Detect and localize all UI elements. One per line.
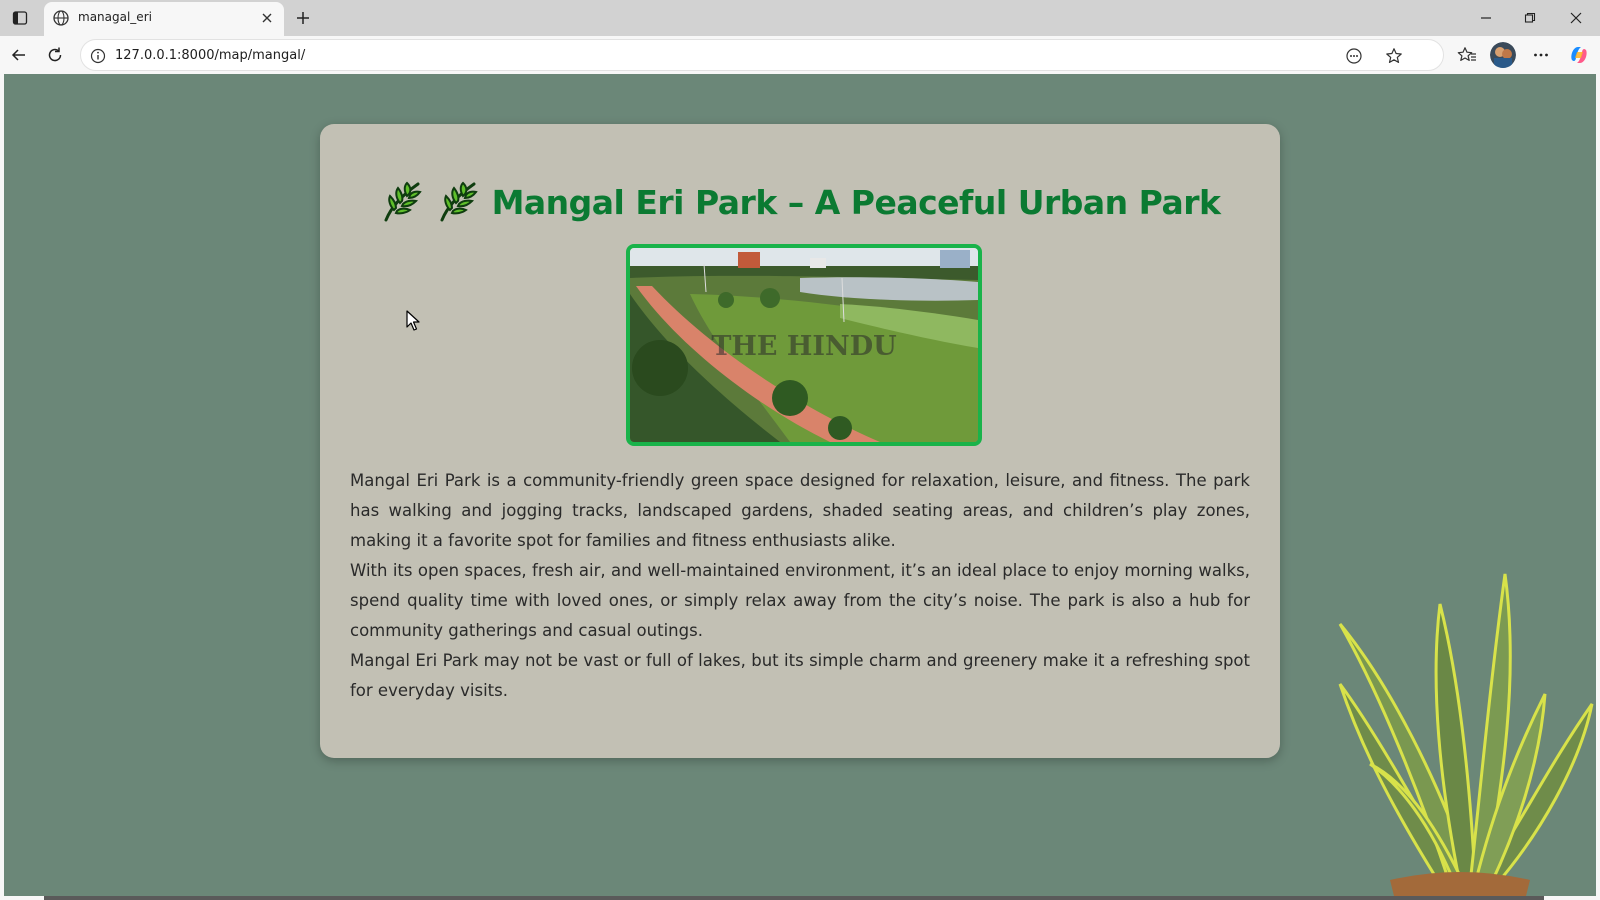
leaf-icon bbox=[436, 180, 480, 224]
description-paragraph: Mangal Eri Park is a community-friendly … bbox=[350, 471, 1250, 550]
address-bar[interactable]: 127.0.0.1:8000/map/mangal/ bbox=[80, 39, 1444, 71]
reload-icon[interactable] bbox=[42, 42, 68, 68]
horizontal-scrollbar[interactable] bbox=[44, 896, 1544, 900]
new-tab-icon[interactable] bbox=[292, 7, 314, 29]
minimize-icon[interactable] bbox=[1474, 6, 1498, 30]
page-viewport: Mangal Eri Park – A Peaceful Urban Park bbox=[4, 74, 1596, 896]
more-options-icon[interactable] bbox=[1528, 42, 1554, 68]
site-info-icon[interactable] bbox=[89, 47, 107, 65]
favorite-star-icon[interactable] bbox=[1383, 45, 1405, 67]
restore-icon[interactable] bbox=[1518, 6, 1542, 30]
back-arrow-icon[interactable] bbox=[6, 42, 32, 68]
favorites-icon[interactable] bbox=[1454, 42, 1480, 68]
snake-plant-illustration bbox=[1330, 564, 1596, 896]
description-paragraph: With its open spaces, fresh air, and wel… bbox=[350, 561, 1250, 640]
leaf-icon bbox=[380, 180, 424, 224]
tab-title: managal_eri bbox=[78, 10, 152, 24]
copilot-icon[interactable] bbox=[1566, 42, 1592, 68]
tab-strip: managal_eri bbox=[0, 0, 1600, 36]
url-text[interactable]: 127.0.0.1:8000/map/mangal/ bbox=[115, 48, 305, 63]
globe-icon bbox=[52, 9, 70, 27]
content-card: Mangal Eri Park – A Peaceful Urban Park bbox=[320, 124, 1280, 758]
profile-avatar[interactable] bbox=[1490, 42, 1516, 68]
description-paragraph: Mangal Eri Park may not be vast or full … bbox=[350, 651, 1250, 700]
mouse-cursor-icon bbox=[406, 310, 422, 332]
browser-window: managal_eri 127.0.0.1:8000/map/mangal/ M… bbox=[0, 0, 1600, 900]
browser-toolbar: 127.0.0.1:8000/map/mangal/ bbox=[0, 36, 1600, 74]
close-window-icon[interactable] bbox=[1564, 6, 1588, 30]
tab-actions-icon[interactable] bbox=[10, 8, 30, 28]
description: Mangal Eri Park is a community-friendly … bbox=[350, 466, 1250, 706]
tab-active[interactable]: managal_eri bbox=[44, 2, 284, 36]
image-watermark: THE HINDU bbox=[711, 331, 896, 362]
close-tab-icon[interactable] bbox=[258, 9, 276, 27]
page-title: Mangal Eri Park – A Peaceful Urban Park bbox=[491, 182, 1221, 222]
reading-view-icon[interactable] bbox=[1343, 45, 1365, 67]
title-row: Mangal Eri Park – A Peaceful Urban Park bbox=[320, 180, 1280, 224]
park-photo: THE HINDU bbox=[626, 244, 982, 446]
